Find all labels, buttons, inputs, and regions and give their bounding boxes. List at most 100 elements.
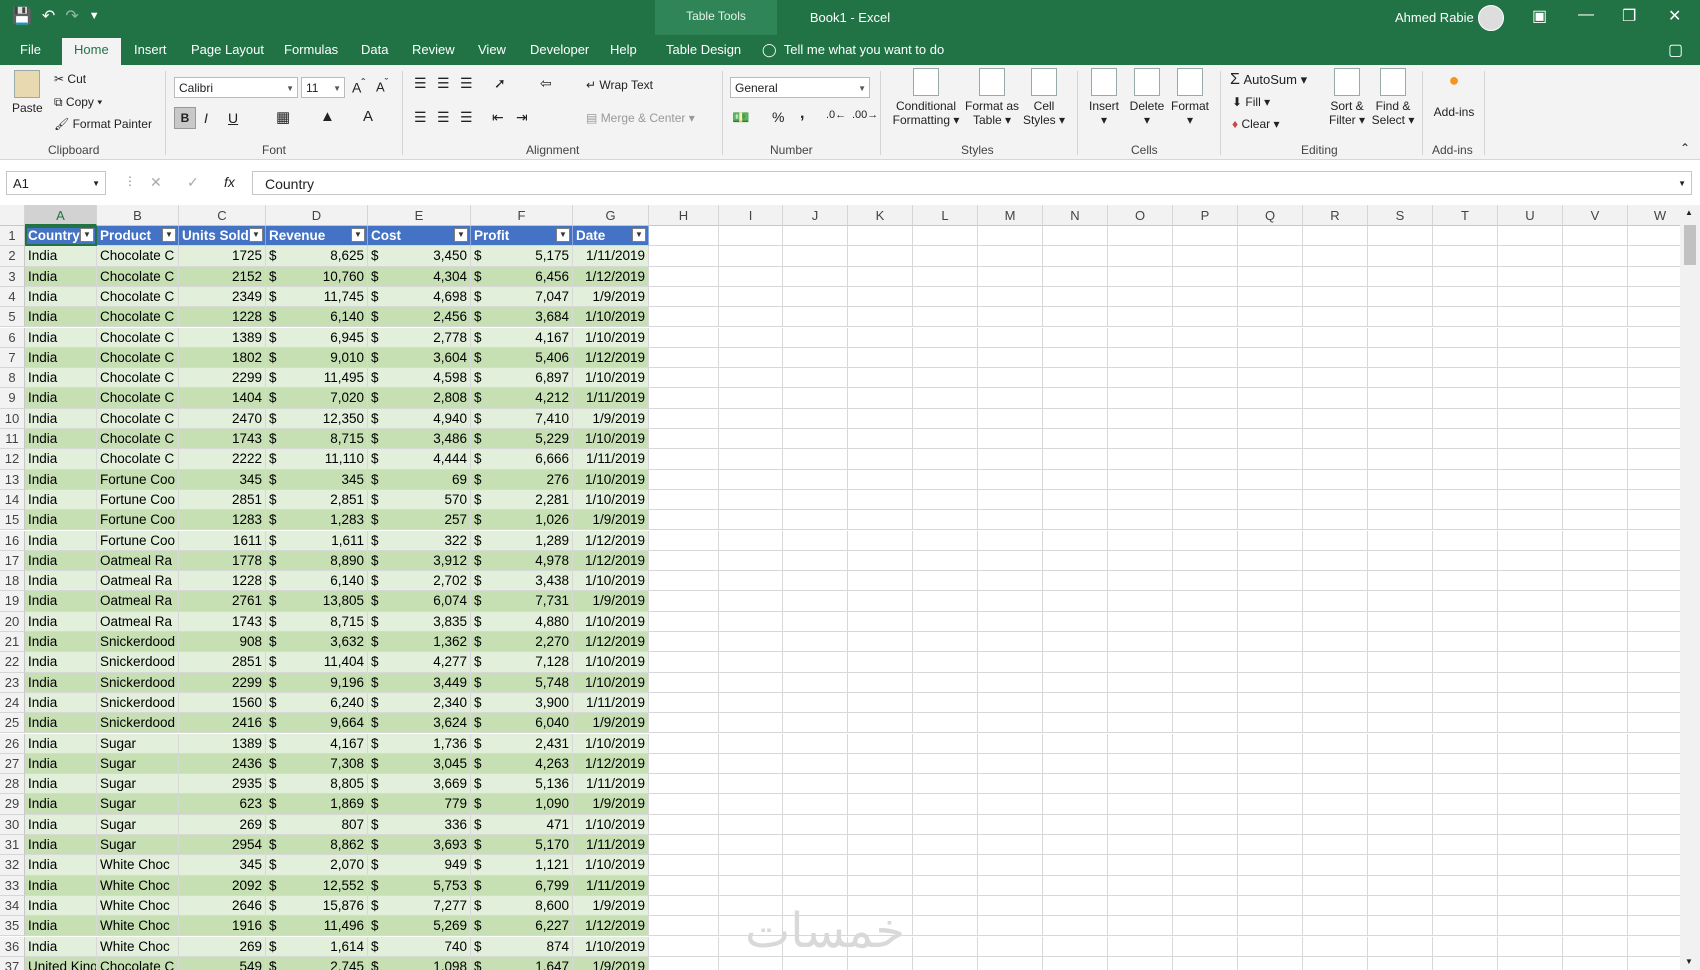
table-cell[interactable]: $949 — [368, 855, 471, 876]
empty-cell[interactable] — [1043, 327, 1108, 348]
table-cell[interactable]: 1/11/2019 — [573, 449, 649, 470]
empty-cell[interactable] — [783, 794, 848, 815]
table-cell[interactable]: India — [25, 916, 97, 937]
empty-cell[interactable] — [719, 550, 783, 572]
table-cell[interactable]: 1/9/2019 — [573, 956, 649, 970]
empty-cell[interactable] — [783, 327, 848, 348]
empty-cell[interactable] — [913, 774, 978, 795]
empty-cell[interactable] — [978, 368, 1043, 389]
table-cell[interactable]: $10,760 — [266, 266, 368, 287]
empty-cell[interactable] — [1173, 672, 1238, 693]
row-header[interactable]: 30 — [0, 814, 25, 835]
empty-cell[interactable] — [1433, 753, 1498, 775]
empty-cell[interactable] — [649, 875, 719, 896]
empty-cell[interactable] — [1563, 368, 1628, 389]
table-cell[interactable]: White Choc — [97, 936, 179, 957]
empty-cell[interactable] — [1433, 936, 1498, 957]
empty-cell[interactable] — [719, 672, 783, 693]
empty-cell[interactable] — [1433, 571, 1498, 592]
empty-cell[interactable] — [1368, 429, 1433, 450]
table-cell[interactable]: $740 — [368, 936, 471, 957]
empty-cell[interactable] — [1628, 916, 1680, 937]
empty-cell[interactable] — [1303, 388, 1368, 409]
table-cell[interactable]: $2,281 — [471, 489, 573, 511]
empty-cell[interactable] — [1498, 632, 1563, 653]
empty-cell[interactable] — [1043, 489, 1108, 511]
empty-cell[interactable] — [1303, 916, 1368, 937]
decrease-indent-icon[interactable]: ⇤ — [492, 109, 504, 126]
table-cell[interactable]: $3,669 — [368, 774, 471, 795]
empty-cell[interactable] — [649, 510, 719, 531]
empty-cell[interactable] — [1498, 652, 1563, 673]
table-cell[interactable]: 1/11/2019 — [573, 875, 649, 896]
empty-cell[interactable] — [978, 591, 1043, 612]
empty-cell[interactable] — [1628, 226, 1680, 247]
empty-cell[interactable] — [848, 469, 913, 490]
empty-cell[interactable] — [649, 368, 719, 389]
empty-cell[interactable] — [913, 814, 978, 835]
column-header-j[interactable]: J — [783, 205, 848, 226]
table-cell[interactable]: 2299 — [179, 368, 266, 389]
empty-cell[interactable] — [1563, 327, 1628, 348]
empty-cell[interactable] — [1303, 307, 1368, 328]
empty-cell[interactable] — [1238, 368, 1303, 389]
font-color-icon[interactable]: A — [363, 108, 373, 125]
empty-cell[interactable] — [1303, 429, 1368, 450]
empty-cell[interactable] — [1368, 855, 1433, 876]
table-cell[interactable]: $1,121 — [471, 855, 573, 876]
table-cell[interactable]: $4,940 — [368, 408, 471, 429]
table-cell[interactable]: $13,805 — [266, 591, 368, 612]
table-cell[interactable]: 1/9/2019 — [573, 895, 649, 917]
table-cell[interactable]: $3,684 — [471, 307, 573, 328]
table-cell[interactable]: $807 — [266, 814, 368, 835]
empty-cell[interactable] — [1173, 429, 1238, 450]
table-cell[interactable]: 1/10/2019 — [573, 814, 649, 835]
fill-button[interactable]: ⬇ Fill ▾ — [1232, 95, 1270, 109]
table-cell[interactable]: $1,736 — [368, 733, 471, 754]
table-cell[interactable]: $12,552 — [266, 875, 368, 896]
empty-cell[interactable] — [1628, 612, 1680, 632]
table-cell[interactable]: $1,289 — [471, 530, 573, 551]
empty-cell[interactable] — [1368, 408, 1433, 429]
column-header-n[interactable]: N — [1043, 205, 1108, 226]
table-cell[interactable]: White Choc — [97, 855, 179, 876]
empty-cell[interactable] — [1173, 753, 1238, 775]
empty-cell[interactable] — [1498, 774, 1563, 795]
bold-button[interactable]: B — [174, 107, 196, 129]
table-cell[interactable]: $6,040 — [471, 713, 573, 734]
row-header[interactable]: 34 — [0, 895, 25, 917]
table-cell[interactable]: 1/10/2019 — [573, 652, 649, 673]
empty-cell[interactable] — [719, 774, 783, 795]
empty-cell[interactable] — [1108, 936, 1173, 957]
empty-cell[interactable] — [1563, 936, 1628, 957]
empty-cell[interactable] — [1043, 429, 1108, 450]
empty-cell[interactable] — [1368, 936, 1433, 957]
empty-cell[interactable] — [1238, 835, 1303, 856]
empty-cell[interactable] — [913, 266, 978, 287]
empty-cell[interactable] — [649, 814, 719, 835]
empty-cell[interactable] — [719, 469, 783, 490]
empty-cell[interactable] — [1303, 956, 1368, 970]
empty-cell[interactable] — [1433, 246, 1498, 267]
empty-cell[interactable] — [649, 672, 719, 693]
empty-cell[interactable] — [1303, 733, 1368, 754]
empty-cell[interactable] — [978, 286, 1043, 308]
empty-cell[interactable] — [1368, 774, 1433, 795]
table-cell[interactable]: $4,304 — [368, 266, 471, 287]
table-header-cell[interactable]: Date ▼ — [573, 226, 649, 247]
table-cell[interactable]: $3,450 — [368, 246, 471, 267]
table-cell[interactable]: India — [25, 388, 97, 409]
table-cell[interactable]: $779 — [368, 794, 471, 815]
empty-cell[interactable] — [1368, 530, 1433, 551]
empty-cell[interactable] — [783, 489, 848, 511]
table-cell[interactable]: $2,340 — [368, 692, 471, 714]
table-cell[interactable]: $2,745 — [266, 956, 368, 970]
empty-cell[interactable] — [783, 550, 848, 572]
empty-cell[interactable] — [1043, 936, 1108, 957]
empty-cell[interactable] — [1043, 530, 1108, 551]
empty-cell[interactable] — [848, 449, 913, 470]
empty-cell[interactable] — [783, 875, 848, 896]
table-cell[interactable]: Snickerdood — [97, 632, 179, 653]
empty-cell[interactable] — [1433, 611, 1498, 632]
table-cell[interactable]: $3,438 — [471, 571, 573, 592]
